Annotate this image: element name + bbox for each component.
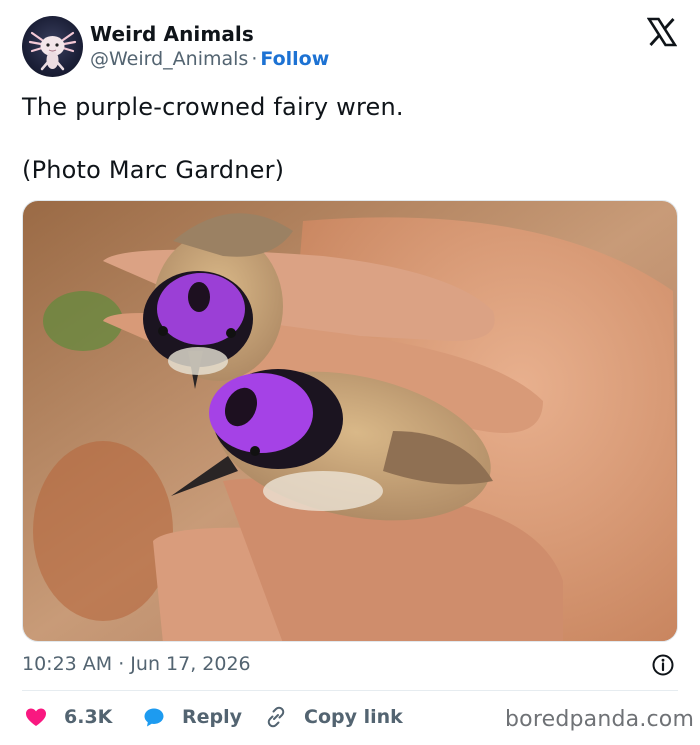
tweet-text-line-1: The purple-crowned fairy wren. [22, 93, 404, 121]
x-logo-icon[interactable] [647, 17, 677, 47]
fairy-wren-photo-icon [23, 201, 677, 641]
tweet-text-line-2: (Photo Marc Gardner) [22, 156, 285, 184]
tweet-timestamp[interactable]: 10:23 AM · Jun 17, 2026 [22, 653, 251, 675]
copy-link-button[interactable]: Copy link [264, 700, 403, 734]
author-avatar[interactable] [22, 16, 83, 77]
reply-bubble-icon [144, 708, 164, 727]
tweet-text: The purple-crowned fairy wren. (Photo Ma… [22, 92, 404, 184]
author-handle[interactable]: @Weird_Animals [90, 48, 248, 70]
author-handle-line: @Weird_Animals · Follow [90, 48, 329, 70]
like-button[interactable]: 6.3K [24, 700, 112, 734]
link-icon [267, 706, 285, 728]
reply-label: Reply [182, 706, 243, 728]
heart-icon [26, 708, 46, 726]
like-count: 6.3K [64, 706, 113, 728]
tweet-card: Weird Animals @Weird_Animals · Follow The … [0, 0, 700, 745]
author-display-name[interactable]: Weird Animals [90, 22, 254, 46]
info-icon[interactable] [651, 653, 675, 677]
reply-button[interactable]: Reply [142, 700, 242, 734]
divider [22, 690, 678, 691]
follow-button[interactable]: Follow [260, 48, 329, 70]
handle-separator: · [251, 48, 258, 70]
watermark: boredpanda.com [505, 707, 695, 732]
axolotl-icon [28, 31, 77, 71]
tweet-photo[interactable] [22, 200, 678, 642]
copy-link-label: Copy link [304, 706, 403, 728]
